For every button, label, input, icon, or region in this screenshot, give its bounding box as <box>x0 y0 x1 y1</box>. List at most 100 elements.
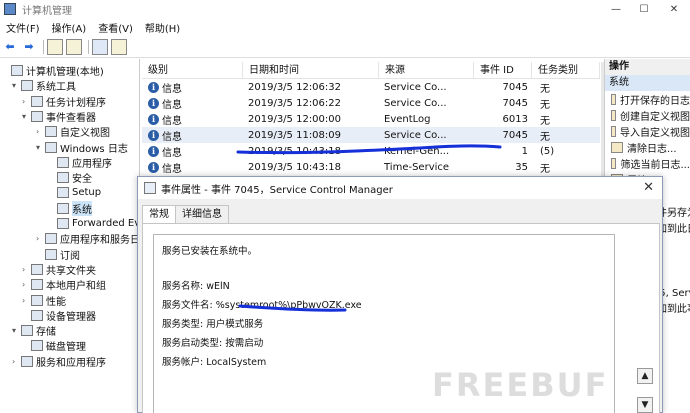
table-row[interactable]: i 信息 2019/3/5 10:43:18 Time-Service 35 无 <box>142 159 600 175</box>
tree-node[interactable]: 磁盘管理 <box>22 338 86 353</box>
tree-node-label: 自定义视图 <box>60 128 110 140</box>
tree-node-icon <box>31 340 43 352</box>
cell-event-id: 1 <box>521 145 528 157</box>
tree-node-label: 本地用户和组 <box>46 281 106 293</box>
tree-node[interactable]: Setup <box>48 185 101 200</box>
cell-source: Kernel-Gen... <box>384 145 450 157</box>
column-source[interactable]: 来源 <box>379 62 474 78</box>
cell-event-id: 7045 <box>502 97 528 109</box>
computer-management-icon <box>4 3 16 15</box>
tree-node[interactable]: ▾ 系统工具 <box>12 78 76 93</box>
up-folder-icon[interactable] <box>47 38 63 55</box>
menu-view[interactable]: 查看(V) <box>92 20 139 35</box>
event-list-header: 级别 日期和时间 来源 事件 ID 任务类别 <box>142 62 600 79</box>
tree-node[interactable]: › 服务和应用程序 <box>12 354 106 369</box>
help-icon[interactable] <box>92 38 108 55</box>
scroll-up-button[interactable]: ▲ <box>637 368 653 384</box>
column-event-id[interactable]: 事件 ID <box>474 62 532 78</box>
tree-node-icon <box>57 156 69 168</box>
cell-level: i 信息 <box>142 160 243 175</box>
tree-node[interactable]: 安全 <box>48 170 92 185</box>
forward-arrow-icon[interactable]: ➡ <box>21 39 37 55</box>
tree-node[interactable]: › 自定义视图 <box>36 124 110 139</box>
tree-node[interactable]: › 性能 <box>22 293 66 308</box>
tree-node-icon <box>21 355 33 367</box>
cell-level: i 信息 <box>142 96 243 111</box>
show-hide-tree-icon[interactable] <box>66 38 82 55</box>
minimize-button[interactable]: — <box>604 0 628 18</box>
tree-node[interactable]: Forwarded Eve <box>48 216 139 231</box>
expand-toggle-icon[interactable]: › <box>36 234 45 243</box>
expand-toggle-icon[interactable]: ▾ <box>12 326 21 335</box>
expand-toggle-icon[interactable]: ▾ <box>12 81 21 90</box>
table-row[interactable]: i 信息 2019/3/5 12:06:32 Service Co... 7045 无 <box>142 79 600 95</box>
tree-node-icon <box>21 80 33 92</box>
cell-task-category: 无 <box>540 163 550 175</box>
dialog-title-bar: 事件属性 - 事件 7045，Service Control Manager <box>138 177 662 199</box>
tree-node[interactable]: ▾ 存储 <box>12 323 56 338</box>
action-item[interactable]: 清除日志... <box>605 139 690 155</box>
menu-bar: 文件(F) 操作(A) 查看(V) 帮助(H) <box>0 18 690 36</box>
tree-node[interactable]: 订阅 <box>36 247 80 262</box>
cell-level: i 信息 <box>142 128 243 143</box>
expand-toggle-icon[interactable]: › <box>12 357 21 366</box>
scroll-down-button[interactable]: ▼ <box>637 397 653 413</box>
cell-level: i 信息 <box>142 144 243 159</box>
tree-node[interactable]: ▾ Windows 日志 <box>36 140 128 155</box>
expand-toggle-icon[interactable]: › <box>36 127 45 136</box>
tree-node-label: 磁盘管理 <box>46 342 86 354</box>
tree-node[interactable]: 设备管理器 <box>22 308 96 323</box>
tree-node[interactable]: › 共享文件夹 <box>22 262 96 277</box>
back-arrow-icon[interactable]: ⬅ <box>2 39 18 55</box>
tree-node-icon <box>11 65 23 76</box>
tree-node[interactable]: 应用程序 <box>48 155 112 170</box>
action-item[interactable]: 导入自定义视图 <box>605 123 690 139</box>
column-task-category[interactable]: 任务类别 <box>532 62 600 78</box>
cell-task-category: (5) <box>540 145 555 157</box>
tab-details[interactable]: 详细信息 <box>175 205 229 223</box>
message-line: 服务已安装在系统中。 <box>162 246 258 257</box>
window-title: 计算机管理 <box>22 5 72 17</box>
tree-node[interactable]: 计算机管理(本地) <box>2 63 104 78</box>
event-viewer-icon <box>144 182 156 194</box>
expand-toggle-icon[interactable]: › <box>22 265 31 274</box>
action-item[interactable]: 打开保存的日志 <box>605 91 690 107</box>
tree-node[interactable]: ▾ 事件查看器 <box>22 109 96 124</box>
tree-node[interactable]: › 任务计划程序 <box>22 94 106 109</box>
menu-file[interactable]: 文件(F) <box>0 20 46 35</box>
info-icon: i <box>148 97 159 109</box>
expand-toggle-icon[interactable]: › <box>22 280 31 289</box>
level-text: 信息 <box>162 83 182 95</box>
tree-node-label: 订阅 <box>60 250 80 262</box>
action-label: 创建自定义视图 <box>620 111 690 123</box>
message-line: 服务类型: 用户模式服务 <box>162 319 264 330</box>
expand-toggle-icon[interactable]: › <box>22 97 31 106</box>
table-row[interactable]: i 信息 2019/3/5 12:06:22 Service Co... 7045 无 <box>142 95 600 111</box>
column-level[interactable]: 级别 <box>142 62 243 78</box>
table-row[interactable]: i 信息 2019/3/5 12:00:00 EventLog 6013 无 <box>142 111 600 127</box>
action-item[interactable]: 创建自定义视图 <box>605 107 690 123</box>
expand-toggle-icon[interactable]: ▾ <box>22 112 31 121</box>
action-item[interactable]: 筛选当前日志... <box>605 155 690 171</box>
table-row[interactable]: i 信息 2019/3/5 11:08:09 Service Co... 7045 无 <box>142 127 600 143</box>
message-line: 服务名称: wElN <box>162 281 230 292</box>
column-datetime[interactable]: 日期和时间 <box>243 62 379 78</box>
tab-general[interactable]: 常规 <box>142 205 176 224</box>
expand-toggle-icon[interactable]: ▾ <box>36 143 45 152</box>
menu-action[interactable]: 操作(A) <box>46 20 93 35</box>
table-row[interactable]: i 信息 2019/3/5 10:43:18 Kernel-Gen... 1 (5) <box>142 143 600 159</box>
tree-node-label: 服务和应用程序 <box>36 357 106 369</box>
tree-node[interactable]: › 应用程序和服务日志 <box>36 231 139 246</box>
cell-task-category: 无 <box>540 83 550 95</box>
maximize-button[interactable]: ☐ <box>632 0 656 18</box>
actions-section-system[interactable]: 系统 <box>605 75 690 91</box>
dialog-close-button[interactable]: ✕ <box>643 180 654 195</box>
close-button[interactable]: ✕ <box>662 0 686 18</box>
toolbar-divider <box>88 39 89 54</box>
properties-icon[interactable] <box>111 38 127 55</box>
tree-node[interactable]: 系统 <box>48 200 92 216</box>
menu-help[interactable]: 帮助(H) <box>139 20 186 35</box>
tree-node-label: 应用程序 <box>72 158 112 170</box>
tree-node[interactable]: › 本地用户和组 <box>22 277 106 292</box>
expand-toggle-icon[interactable]: › <box>22 296 31 305</box>
